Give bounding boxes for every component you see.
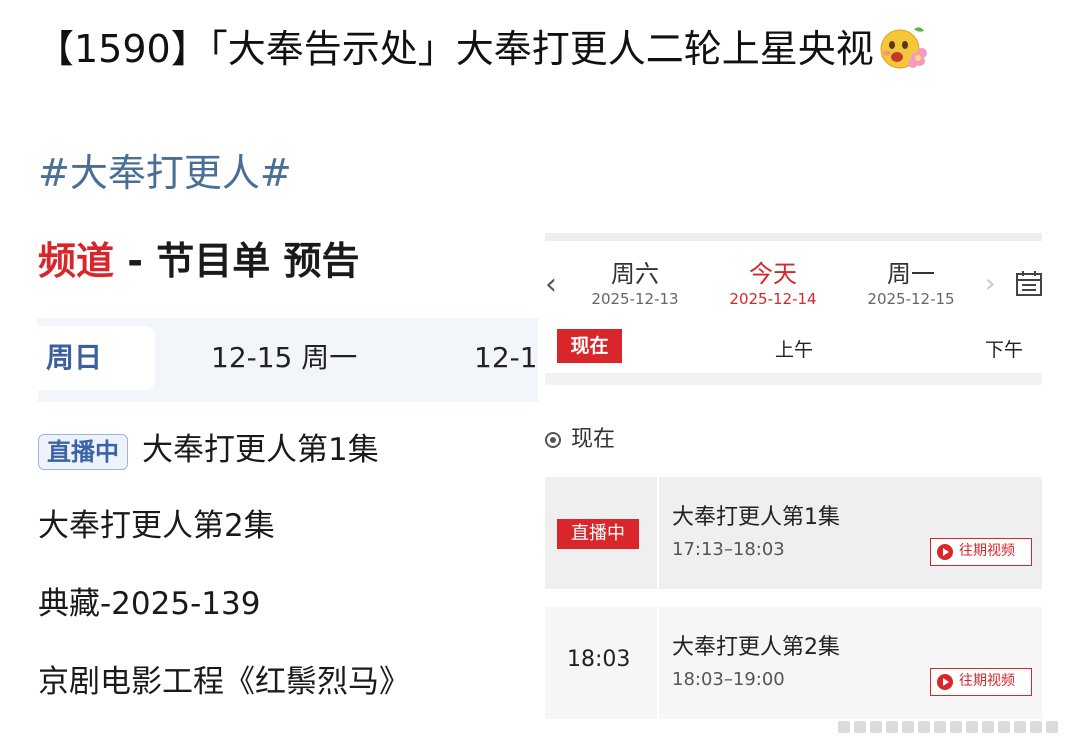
tab-next-day[interactable]: 12-1 (474, 326, 538, 390)
watermark (838, 718, 1070, 733)
live-badge: 直播中 (557, 519, 639, 549)
right-schedule-screenshot: ‹ 周六 2025-12-13 今天 2025-12-14 周一 2025-12… (545, 233, 1042, 723)
period-selector: 现在 上午 下午 (545, 329, 1042, 373)
past-videos-label: 往期视频 (959, 543, 1015, 559)
period-am-tab[interactable]: 上午 (775, 335, 813, 362)
program-title: 大奉打更人第1集 (142, 432, 379, 468)
day-name: 周六 (611, 260, 659, 288)
tab-sunday[interactable]: 周日 (38, 326, 155, 390)
live-badge: 直播中 (38, 433, 128, 470)
day-monday[interactable]: 周一 2025-12-15 (851, 259, 971, 309)
top-edge-bar (545, 233, 1042, 241)
past-videos-button[interactable]: 往期视频 (930, 668, 1032, 696)
play-icon (937, 544, 953, 560)
program-card[interactable]: 18:03 大奉打更人第2集 18:03–19:00 往期视频 (545, 607, 1042, 719)
program-time: 18:03–19:00 (672, 669, 785, 690)
radio-dot-icon (545, 432, 561, 448)
day-name: 周一 (887, 260, 935, 288)
day-today[interactable]: 今天 2025-12-14 (713, 259, 833, 309)
day-name: 今天 (749, 260, 797, 288)
post-title-text: 【1590】「大奉告示处」大奉打更人二轮上星央视 (36, 27, 874, 71)
period-pm-tab[interactable]: 下午 (985, 335, 1023, 362)
calendar-icon[interactable] (1015, 269, 1042, 297)
past-videos-label: 往期视频 (959, 673, 1015, 689)
day-date: 2025-12-15 (867, 290, 955, 308)
card-divider (657, 607, 659, 719)
program-row[interactable]: 大奉打更人第2集 (38, 506, 275, 546)
schedule-preview-label: 节目单 预告 (156, 239, 360, 283)
header-dash: - (114, 239, 157, 283)
program-row[interactable]: 京剧电影工程《红鬃烈马》 (38, 662, 410, 702)
program-time: 17:13–18:03 (672, 539, 785, 560)
program-row[interactable]: 典藏-2025-139 (38, 584, 260, 624)
hashtag-link[interactable]: #大奉打更人# (38, 150, 292, 196)
program-title: 大奉打更人第2集 (672, 635, 840, 660)
day-date: 2025-12-14 (729, 290, 817, 308)
post-title: 【1590】「大奉告示处」大奉打更人二轮上星央视 (36, 26, 928, 73)
channel-label: 频道 (38, 239, 115, 283)
day-saturday[interactable]: 周六 2025-12-13 (575, 259, 695, 309)
play-icon (937, 674, 953, 690)
schedule-header: 频道 - 节目单 预告 (38, 238, 359, 284)
past-videos-button[interactable]: 往期视频 (930, 538, 1032, 566)
program-card[interactable]: 直播中 大奉打更人第1集 17:13–18:03 往期视频 (545, 477, 1042, 589)
chevron-left-icon[interactable]: ‹ (545, 267, 557, 302)
period-now-tab[interactable]: 现在 (557, 329, 622, 363)
tab-monday[interactable]: 12-15 周一 (211, 326, 357, 390)
section-divider (545, 373, 1042, 385)
program-title: 大奉打更人第1集 (672, 505, 840, 530)
program-start-time: 18:03 (567, 647, 631, 672)
flower-smile-emoji-icon (878, 23, 928, 73)
chevron-right-icon[interactable]: › (985, 269, 995, 299)
program-row[interactable]: 直播中 大奉打更人第1集 (38, 430, 379, 470)
now-label-text: 现在 (571, 427, 616, 452)
date-tab-strip: 周日 12-15 周一 12-1 (38, 318, 538, 402)
left-schedule-screenshot: 频道 - 节目单 预告 周日 12-15 周一 12-1 直播中 大奉打更人第1集… (38, 220, 538, 720)
day-date: 2025-12-13 (591, 290, 679, 308)
card-divider (657, 477, 659, 589)
now-section-label: 现在 (545, 421, 615, 453)
